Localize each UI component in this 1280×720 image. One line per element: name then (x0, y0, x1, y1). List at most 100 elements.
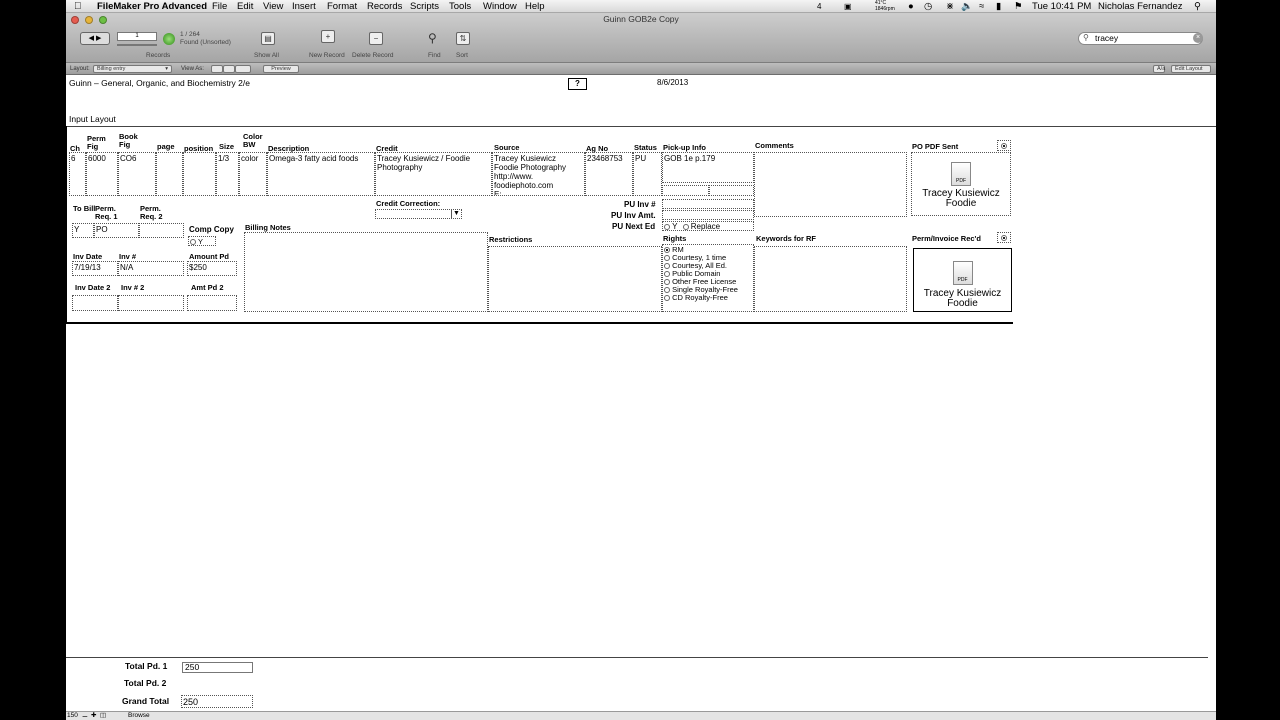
field-page[interactable] (156, 152, 183, 196)
field-total-pd1[interactable]: 250 (182, 662, 253, 673)
pu-next-ed-radio-group[interactable]: Y Replace (662, 221, 754, 231)
field-description[interactable]: Omega-3 fatty acid foods (267, 152, 375, 196)
menu-insert[interactable]: Insert (292, 0, 316, 13)
col-po-pdf-sent: PO PDF Sent (912, 142, 959, 151)
field-inv-no2[interactable] (118, 295, 184, 311)
mode-indicator[interactable]: Browse (128, 712, 150, 720)
menu-records[interactable]: Records (367, 0, 402, 13)
bluetooth-icon[interactable]: ⋇ (946, 0, 954, 13)
sort-button[interactable]: Sort (456, 52, 468, 59)
comp-copy-radio-group[interactable]: Y (188, 236, 216, 246)
field-ch[interactable]: 6 (69, 152, 86, 196)
found-set-icon[interactable] (163, 33, 175, 45)
field-credit-correction[interactable]: ▼ (375, 209, 462, 219)
preview-button[interactable]: Preview (263, 65, 299, 73)
field-position[interactable] (183, 152, 216, 196)
menu-view[interactable]: View (263, 0, 283, 13)
menu-help[interactable]: Help (525, 0, 545, 13)
menu-file[interactable]: File (212, 0, 227, 13)
pu-next-ed-y-radio[interactable] (664, 223, 670, 230)
new-record-icon[interactable]: + (321, 30, 335, 43)
field-pu-inv-amt[interactable] (662, 210, 754, 220)
volume-icon[interactable]: 🔈 (961, 0, 973, 13)
field-grand-total[interactable]: 250 (181, 695, 253, 708)
field-source[interactable]: Tracey Kusiewicz Foodie Photography http… (492, 152, 585, 196)
show-all-icon[interactable]: ▤ (261, 32, 275, 45)
field-size[interactable]: 1/3 (216, 152, 239, 196)
screen-icon[interactable]: ▣ (844, 0, 852, 13)
field-amt-pd2[interactable] (187, 295, 237, 311)
status-toolbar-toggle-icon[interactable]: ◫ (100, 712, 106, 720)
field-color-bw[interactable]: color (239, 152, 267, 196)
field-pu-inv[interactable] (662, 199, 754, 209)
field-amount-pd[interactable]: $250 (187, 261, 237, 276)
perm-invoice-checkbox[interactable] (997, 232, 1011, 243)
perm-invoice-pdf-container[interactable]: PDF Tracey Kusiewicz Foodie (913, 248, 1012, 312)
field-pickup-info[interactable]: GOB 1e p.179 (662, 152, 754, 183)
view-table-button[interactable] (235, 65, 251, 73)
po-pdf-container[interactable]: PDF Tracey Kusiewicz Foodie (911, 152, 1011, 216)
comp-copy-radio[interactable] (190, 239, 196, 245)
battery-icon[interactable]: ▮ (996, 0, 1001, 13)
field-perm-req2[interactable] (139, 223, 184, 238)
field-restrictions[interactable] (488, 246, 662, 312)
field-to-bill[interactable]: Y (72, 223, 94, 238)
field-book-fig[interactable]: CO6 (118, 152, 156, 196)
menu-scripts[interactable]: Scripts (410, 0, 439, 13)
field-billing-notes[interactable] (244, 232, 488, 312)
menu-tools[interactable]: Tools (449, 0, 471, 13)
find-icon[interactable]: ⚲ (428, 31, 437, 45)
flag-icon[interactable]: ⚑ (1014, 0, 1023, 13)
field-keywords-rf[interactable] (754, 246, 907, 312)
wifi-icon[interactable]: ≈ (979, 0, 984, 13)
menu-window[interactable]: Window (483, 0, 517, 13)
spotlight-icon[interactable]: ⚲ (1194, 0, 1201, 13)
field-perm-fig[interactable]: 6000 (86, 152, 118, 196)
find-button[interactable]: Find (428, 52, 441, 59)
record-slider[interactable] (117, 44, 157, 46)
app-menu[interactable]: FileMaker Pro Advanced (97, 0, 207, 13)
menu-format[interactable]: Format (327, 0, 357, 13)
layout-select[interactable]: Billing entry ▾ (93, 65, 172, 73)
sort-icon[interactable]: ⇅ (456, 32, 470, 45)
rights-radio-group[interactable]: RM Courtesy, 1 time Courtesy, All Ed. Pu… (662, 244, 754, 312)
zoom-level[interactable]: 150 (67, 712, 78, 720)
record-number-input[interactable]: 1 (117, 32, 157, 41)
field-comments[interactable] (754, 152, 907, 217)
rights-option[interactable]: CD Royalty-Free (664, 294, 752, 302)
field-credit[interactable]: Tracey Kusiewicz / Foodie Photography (375, 152, 492, 196)
po-pdf-sent-checkbox[interactable] (997, 140, 1011, 151)
pu-next-ed-replace-radio[interactable] (682, 223, 689, 230)
label-keywords-rf: Keywords for RF (756, 234, 817, 243)
view-form-button[interactable] (211, 65, 223, 73)
user-name[interactable]: Nicholas Fernandez (1098, 0, 1183, 13)
show-all-button[interactable]: Show All (254, 52, 279, 59)
delete-record-icon[interactable]: − (369, 32, 383, 45)
field-inv-date2[interactable] (72, 295, 118, 311)
edit-layout-button[interactable]: Edit Layout (1171, 65, 1211, 73)
footer-divider (66, 657, 1208, 658)
field-pickup-extra-2[interactable] (709, 185, 754, 196)
view-list-button[interactable] (223, 65, 235, 73)
delete-record-button[interactable]: Delete Record (352, 52, 394, 59)
time-machine-icon[interactable]: ◷ (924, 0, 932, 13)
record-nav-arrows[interactable]: ◀ ▶ (80, 32, 110, 45)
zoom-in-icon[interactable]: ✚ (91, 712, 96, 720)
clock[interactable]: Tue 10:41 PM (1032, 0, 1091, 13)
menu-edit[interactable]: Edit (237, 0, 253, 13)
new-record-button[interactable]: New Record (309, 52, 345, 59)
apple-menu-icon[interactable]:  (74, 0, 82, 13)
field-perm-req1[interactable]: PO (94, 223, 139, 238)
field-ag-no[interactable]: 23468753 (585, 152, 633, 196)
zoom-out-icon[interactable]: ⚊ (82, 712, 88, 720)
field-pickup-extra-1[interactable] (662, 185, 709, 196)
field-inv-no[interactable]: N/A (118, 261, 184, 276)
field-status[interactable]: PU (633, 152, 662, 196)
clear-search-icon[interactable]: × (1193, 33, 1203, 43)
dropdown-arrow-icon[interactable]: ▼ (451, 210, 461, 218)
aa-button[interactable]: A/a (1153, 65, 1165, 73)
help-button[interactable]: ? (568, 78, 587, 90)
field-inv-date[interactable]: 7/19/13 (72, 261, 118, 276)
skype-icon[interactable]: ● (908, 0, 914, 13)
quick-find-field[interactable]: tracey (1078, 32, 1203, 45)
